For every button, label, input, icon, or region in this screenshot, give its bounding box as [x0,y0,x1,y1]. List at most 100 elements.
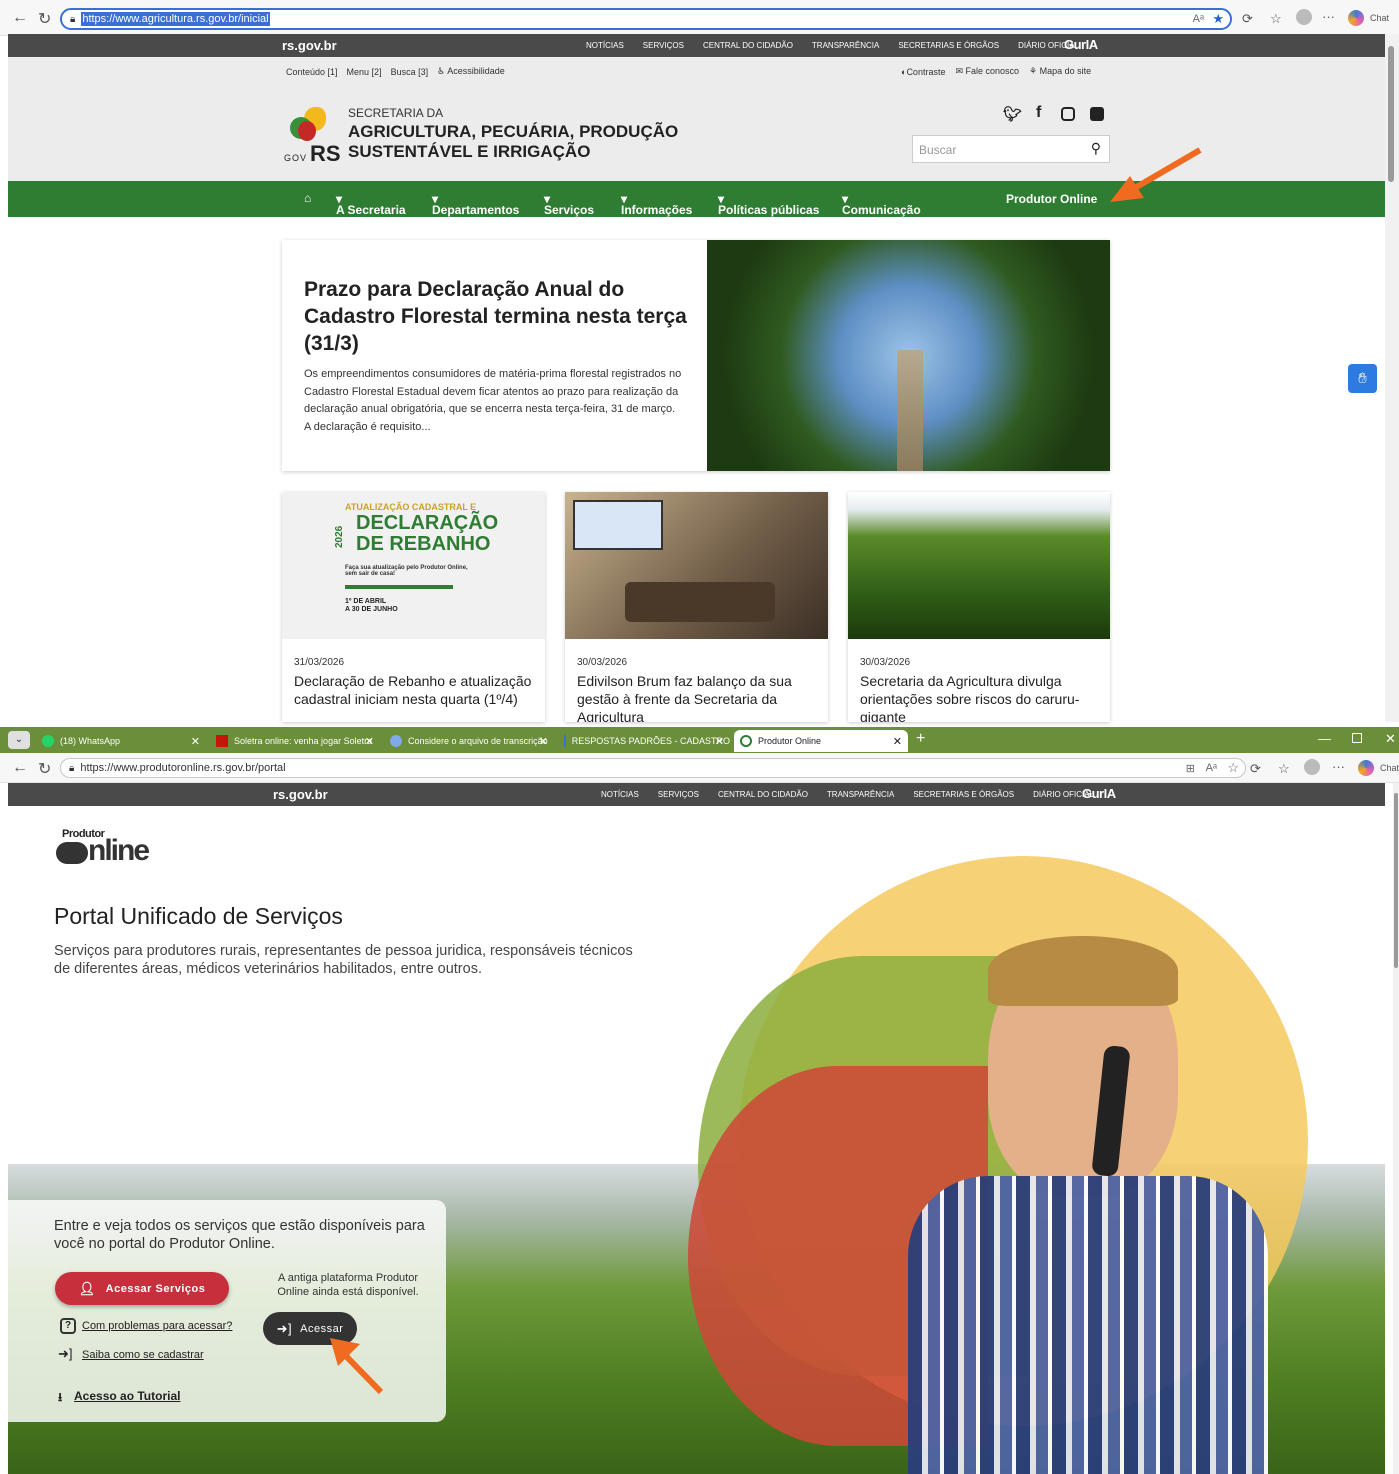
search-input[interactable]: Buscar [919,143,956,157]
news-card[interactable]: 30/03/2026 Edivilson Brum faz balanço da… [565,492,828,722]
rs-gov-brand[interactable]: rs.gov.br [282,38,337,53]
twitter-icon[interactable]: 🐦︎ [1003,105,1022,123]
gov-link[interactable]: CENTRAL DO CIDADÃO [718,790,808,799]
featured-title[interactable]: Prazo para Declaração Anual do Cadastro … [304,276,694,357]
sitemap-link[interactable]: ⚘ Mapa do site [1029,66,1091,77]
close-tab-icon[interactable]: ✕ [365,735,374,748]
read-aloud-icon[interactable]: Aᵃ [1206,762,1217,774]
gov-link[interactable]: SECRETARIAS E ÓRGÃOS [913,790,1014,799]
tab-soletra[interactable]: Soletra online: venha jogar Soletra ✕ [210,730,380,752]
back-icon[interactable]: ← [12,759,28,777]
gov-link[interactable]: TRANSPARÊNCIA [812,41,879,50]
access-services-button[interactable]: 👤︎ Acessar Serviços [55,1272,229,1305]
rs-logo[interactable]: GOV RS [284,107,344,166]
scrollbar[interactable] [1393,783,1399,1474]
news-card[interactable]: 30/03/2026 Secretaria da Agricultura div… [848,492,1110,722]
tab-produtor-online[interactable]: Produtor Online ✕ [734,730,908,752]
more-icon[interactable]: ··· [1322,9,1335,24]
problems-link[interactable]: Com problemas para acessar? [82,1320,232,1332]
contrast-link[interactable]: ◐Contraste [901,67,945,77]
gov-link[interactable]: SERVIÇOS [658,790,699,799]
extensions-icon[interactable]: ⟳ [1242,11,1253,27]
restore-icon[interactable] [1352,733,1362,743]
news-title[interactable]: Declaração de Rebanho e atualização cada… [294,672,534,722]
tutorial-link[interactable]: Acesso ao Tutorial [74,1389,180,1403]
favorites-icon[interactable]: ☆ [1278,761,1290,777]
logo-main-text: nline [88,834,150,867]
back-icon[interactable]: ← [12,9,28,27]
news-title[interactable]: Edivilson Brum faz balanço da sua gestão… [577,672,817,722]
close-tab-icon[interactable]: ✕ [191,735,200,748]
flickr-icon[interactable] [1090,107,1104,121]
profile-icon[interactable] [1296,9,1312,25]
skip-menu-link[interactable]: Menu [2] [347,67,382,77]
rebanho-banner: ATUALIZAÇÃO CADASTRAL E 2026 DECLARAÇÃO … [282,492,545,639]
close-tab-icon[interactable]: ✕ [715,735,724,748]
more-icon[interactable]: ··· [1332,759,1345,774]
nav-departamentos[interactable]: Departamentos ▾ [432,192,519,217]
gov-link[interactable]: NOTÍCIAS [601,790,639,799]
tab-transcricao[interactable]: Considere o arquivo de transcrição ✕ [384,730,554,752]
scrollbar[interactable] [1385,34,1399,722]
close-window-icon[interactable]: ✕ [1385,731,1396,747]
skip-search-link[interactable]: Busca [3] [391,67,429,77]
extensions-icon[interactable]: ⟳ [1250,761,1261,777]
nav-produtor-online[interactable]: Produtor Online [1006,192,1097,206]
gov-link[interactable]: SECRETARIAS E ÓRGÃOS [898,41,999,50]
home-icon[interactable]: ⌂ [304,191,311,205]
nav-secretaria[interactable]: A Secretaria ▾ [336,192,406,217]
featured-summary: Os empreendimentos consumidores de matér… [304,368,682,433]
instagram-icon[interactable] [1061,107,1075,121]
scroll-thumb[interactable] [1388,46,1394,182]
scroll-thumb[interactable] [1394,793,1398,968]
guria-logo[interactable]: GurIA [1082,786,1116,801]
gov-link[interactable]: TRANSPARÊNCIA [827,790,894,799]
gov-link[interactable]: CENTRAL DO CIDADÃO [703,41,793,50]
tab-actions-icon[interactable]: ⌄ [8,731,30,749]
vlibras-button[interactable]: ✋︎ [1348,364,1377,393]
accessibility-link[interactable]: ♿︎ Acessibilidade [437,66,505,77]
minimize-icon[interactable]: — [1318,731,1331,746]
produtor-online-logo[interactable]: Produtor nline [56,828,176,868]
copilot-icon[interactable] [1348,10,1364,26]
favorites-icon[interactable]: ☆ [1270,11,1282,27]
gov-link[interactable]: NOTÍCIAS [586,41,624,50]
new-tab-icon[interactable]: + [916,730,925,748]
chat-label[interactable]: Chat [1370,13,1389,23]
nav-politicas[interactable]: Políticas públicas ▾ [718,192,819,217]
close-tab-icon[interactable]: ✕ [893,735,902,748]
close-tab-icon[interactable]: ✕ [539,735,548,748]
address-bar[interactable]: 🔒︎ https://www.agricultura.rs.gov.br/ini… [60,8,1232,30]
read-aloud-icon[interactable]: A͏ᵃ [1193,13,1204,25]
old-platform-text: A antiga plataforma Produtor Online aind… [277,1272,419,1298]
nav-comunicacao[interactable]: Comunicação ▾ [842,192,921,217]
profile-icon[interactable] [1304,759,1320,775]
featured-card[interactable]: Prazo para Declaração Anual do Cadastro … [282,240,1110,471]
app-icon[interactable]: ⊞ [1186,762,1195,775]
news-card[interactable]: ATUALIZAÇÃO CADASTRAL E 2026 DECLARAÇÃO … [282,492,545,722]
guria-logo[interactable]: GurIA [1064,37,1098,52]
star-icon[interactable]: ★ [1212,11,1224,27]
copilot-icon[interactable] [1358,760,1374,776]
nav-informacoes[interactable]: Informações ▾ [621,192,692,217]
whatsapp-icon [42,735,54,747]
nav-servicos[interactable]: Serviços ▾ [544,192,594,217]
facebook-icon[interactable]: f [1036,104,1041,122]
news-title[interactable]: Secretaria da Agricultura divulga orient… [860,672,1100,722]
reload-icon[interactable]: ↻ [38,9,51,29]
lock-icon: 🔒︎ [69,762,75,774]
banner-sub: Faça sua atualização pelo Produtor Onlin… [345,565,468,577]
search-box[interactable]: Buscar ⚲ [912,135,1110,163]
reload-icon[interactable]: ↻ [38,759,51,779]
address-bar[interactable]: 🔒︎ https://www.produtoronline.rs.gov.br/… [60,758,1246,778]
tab-whatsapp[interactable]: (18) WhatsApp ✕ [36,730,206,752]
tab-respostas[interactable]: RESPOSTAS PADRÕES - CADASTRO ✕ [558,730,730,752]
contact-link[interactable]: ✉ Fale conosco [955,66,1019,77]
star-icon[interactable]: ☆ [1227,760,1239,776]
page-description: Serviços para produtores rurais, represe… [54,943,633,977]
rs-gov-brand[interactable]: rs.gov.br [273,787,328,802]
skip-content-link[interactable]: Conteúdo [1] [286,67,338,77]
gov-link[interactable]: SERVIÇOS [643,41,684,50]
chat-label[interactable]: Chat [1380,763,1399,773]
how-to-register-link[interactable]: Saiba como se cadastrar [82,1349,204,1361]
